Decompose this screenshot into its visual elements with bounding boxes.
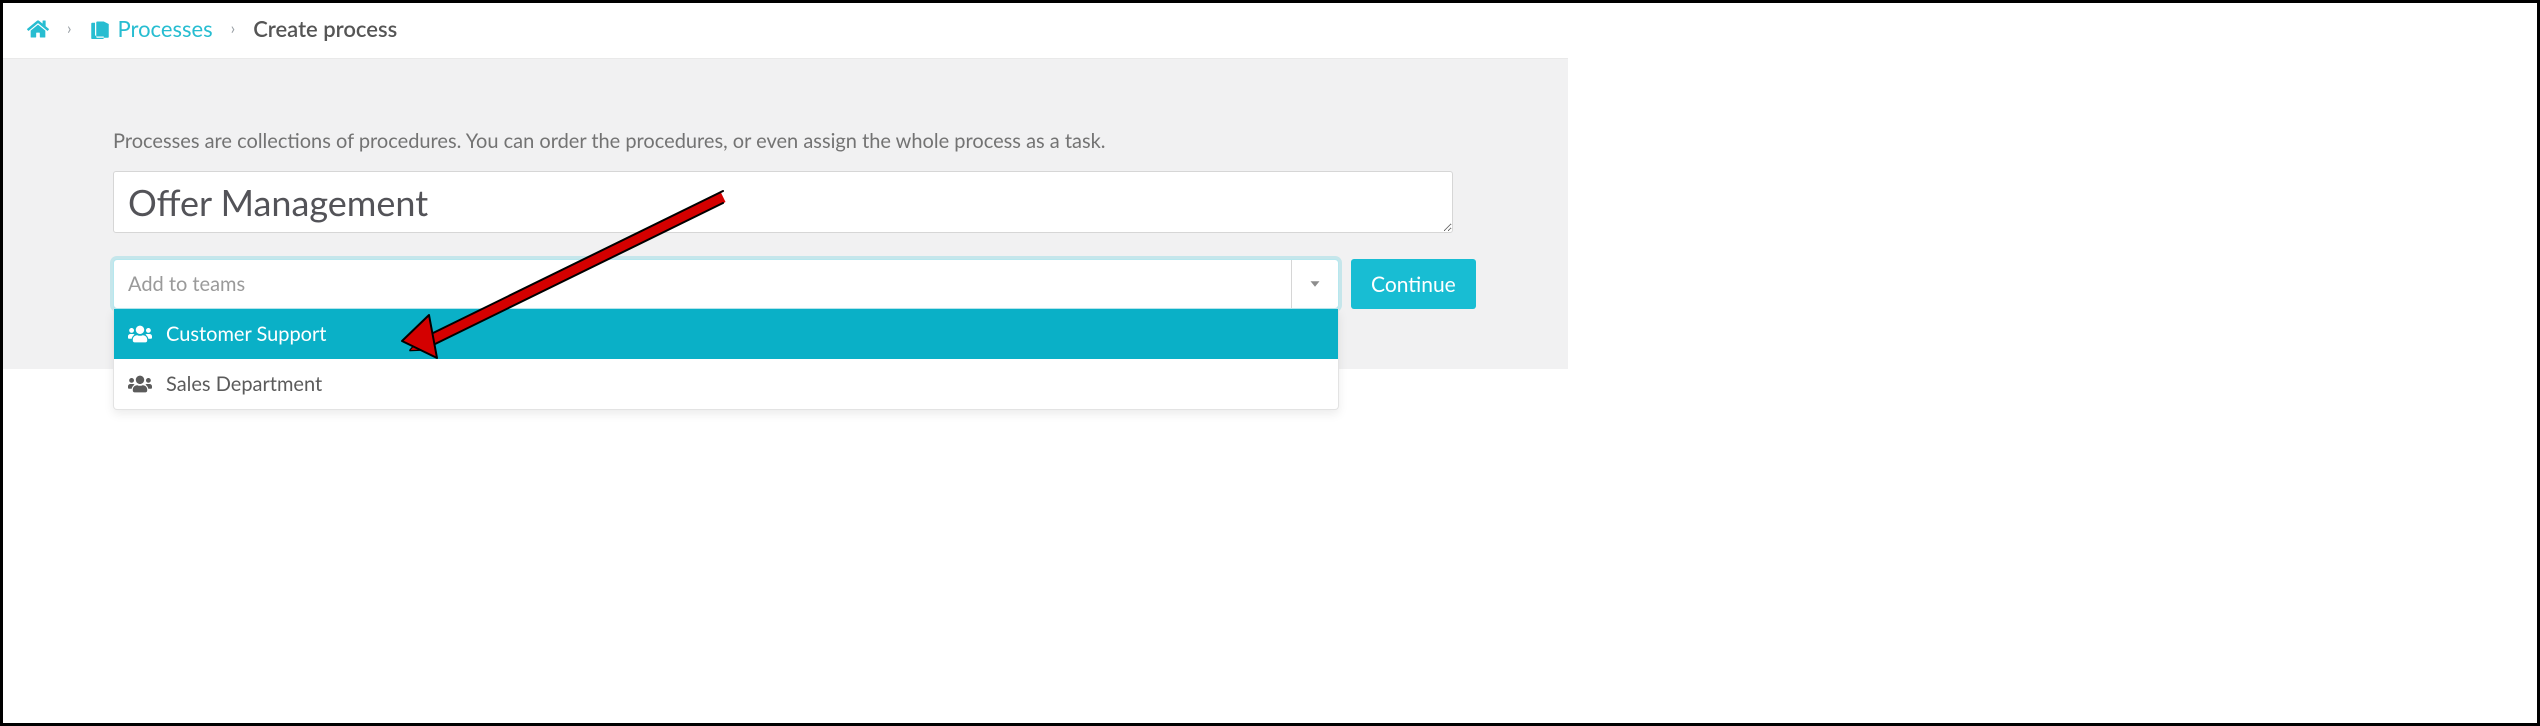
help-text: Processes are collections of procedures.…: [113, 129, 1453, 153]
teams-select-placeholder[interactable]: Add to teams: [114, 260, 1291, 308]
breadcrumb-current: Create process: [253, 15, 397, 42]
teams-select-toggle[interactable]: [1291, 260, 1338, 308]
teams-select-menu: Customer Support Sales Department: [113, 309, 1339, 410]
teams-option-label: Sales Department: [166, 372, 322, 396]
copy-icon: [90, 19, 110, 39]
teams-option[interactable]: Sales Department: [114, 359, 1338, 409]
continue-button[interactable]: Continue: [1351, 259, 1476, 309]
teams-option-label: Customer Support: [166, 322, 326, 346]
teams-select[interactable]: Add to teams Customer Support Sales Depa: [113, 259, 1339, 309]
breadcrumb-processes-link[interactable]: Processes: [90, 15, 213, 42]
breadcrumb: › Processes › Create process: [3, 3, 1568, 59]
breadcrumb-home-link[interactable]: [27, 19, 49, 39]
chevron-down-icon: [1306, 275, 1324, 293]
users-icon: [128, 374, 152, 394]
breadcrumb-separator: ›: [231, 19, 236, 38]
users-icon: [128, 324, 152, 344]
breadcrumb-separator: ›: [67, 19, 72, 38]
home-icon: [27, 19, 49, 39]
process-title-input[interactable]: [113, 171, 1453, 233]
teams-option[interactable]: Customer Support: [114, 309, 1338, 359]
breadcrumb-processes-label: Processes: [118, 15, 213, 42]
